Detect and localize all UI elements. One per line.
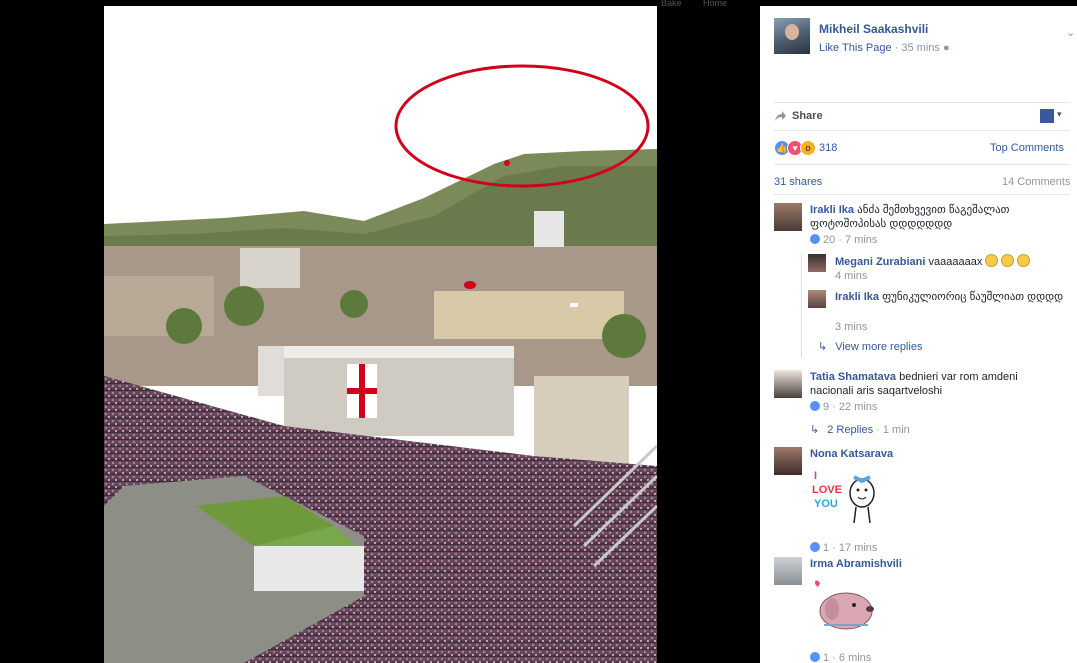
commenter-name[interactable]: Tatia Shamatava <box>810 371 896 383</box>
comment-body: Irakli Ika ანძა შემთხვევით წაგეშალათ ფოტ… <box>810 203 1072 231</box>
chevron-down-icon[interactable]: ▾ <box>1057 109 1062 120</box>
share-as-avatar[interactable] <box>1040 109 1054 123</box>
page-avatar[interactable] <box>774 18 810 54</box>
divider <box>774 102 1070 103</box>
post-photo[interactable] <box>104 6 657 663</box>
comment-time[interactable]: 22 mins <box>839 401 878 413</box>
commenter-name[interactable]: Irakli Ika <box>835 291 879 303</box>
like-page-link[interactable]: Like This Page <box>819 42 892 54</box>
commenter-name[interactable]: Irma Abramishvili <box>810 558 902 570</box>
like-count[interactable]: 1 <box>823 542 829 554</box>
replies-link[interactable]: 2 Replies <box>827 424 873 436</box>
top-comments-dropdown[interactable]: Top Comments <box>990 142 1064 154</box>
like-reaction-icon <box>810 542 820 552</box>
background-strip: Bake Home <box>655 0 760 8</box>
comment-body: Irakli Ika ფუნიკულიორიც წაუშლიათ დდდდ <box>835 290 1065 304</box>
comment-body: Tatia Shamatava bednieri var rom amdeni … <box>810 370 1060 398</box>
like-count[interactable]: 9 <box>823 401 829 413</box>
avatar[interactable] <box>774 203 802 231</box>
photo-viewer: Bake Home <box>0 0 760 663</box>
comment-text: vaaaaaaax <box>928 256 983 268</box>
comment-time[interactable]: 17 mins <box>839 542 878 554</box>
avatar[interactable] <box>774 557 802 585</box>
like-reaction-icon <box>810 652 820 662</box>
divider <box>774 164 1070 165</box>
emoji-icon <box>1001 254 1015 267</box>
commenter-name[interactable]: Irakli Ika <box>810 204 854 216</box>
share-icon <box>775 111 786 121</box>
view-more-replies[interactable]: ↳ View more replies <box>818 340 922 353</box>
comment-time[interactable]: 3 mins <box>835 321 867 333</box>
like-reaction-icon <box>810 401 820 411</box>
comment-meta: 1 · 17 mins <box>810 542 877 554</box>
comment-body: Irma Abramishvili <box>810 557 902 571</box>
wow-reaction-icon[interactable]: o <box>800 140 816 156</box>
page-name-link[interactable]: Mikheil Saakashvili <box>819 22 928 36</box>
avatar[interactable] <box>808 254 826 272</box>
background-text: Home <box>703 0 728 8</box>
replies-row[interactable]: ↳ 2 Replies · 1 min <box>810 423 910 436</box>
chevron-down-icon[interactable]: ⌄ <box>1066 26 1075 39</box>
background-text: Bake <box>661 0 682 8</box>
comment-body: Nona Katsarava <box>810 447 893 461</box>
comment-meta: 9 · 22 mins <box>810 401 877 413</box>
like-reaction-icon <box>810 234 820 244</box>
privacy-icon: ● <box>942 42 950 54</box>
shares-link[interactable]: 31 shares <box>774 176 822 188</box>
like-count[interactable]: 1 <box>823 652 829 663</box>
reactions-row: 👍 ♥ o 318 Top Comments <box>774 140 1074 156</box>
view-more-replies-link[interactable]: View more replies <box>835 341 922 353</box>
divider <box>774 194 1070 195</box>
reply-arrow-icon: ↳ <box>818 341 828 353</box>
reply-thread-line <box>801 254 802 358</box>
sticker-image: I LOVE YOU <box>812 470 875 524</box>
svg-text:I: I <box>814 470 817 482</box>
emoji-icon <box>1017 254 1031 267</box>
post-meta: Like This Page · 35 mins ● <box>819 42 950 54</box>
divider <box>774 130 1070 131</box>
comment-text: ფუნიკულიორიც წაუშლიათ დდდდ <box>882 291 1064 303</box>
post-sidebar: Mikheil Saakashvili Like This Page · 35 … <box>760 6 1077 663</box>
like-count[interactable]: 20 <box>823 234 835 246</box>
comment-meta: 20 · 7 mins <box>810 234 877 246</box>
comments-count[interactable]: 14 Comments <box>1002 176 1070 188</box>
dog-sticker <box>810 573 882 639</box>
post-time[interactable]: 35 mins <box>901 42 940 54</box>
commenter-name[interactable]: Megani Zurabiani <box>835 256 925 268</box>
svg-text:YOU: YOU <box>814 498 838 510</box>
comment-body: Megani Zurabiani vaaaaaaax <box>835 254 1031 269</box>
aerial-rally-photo <box>104 6 657 663</box>
comment-meta: 1 · 6 mins <box>810 652 871 663</box>
reaction-count[interactable]: 318 <box>819 142 837 154</box>
comment-time[interactable]: 6 mins <box>839 652 871 663</box>
avatar[interactable] <box>808 290 826 308</box>
reply-arrow-icon: ↳ <box>810 424 820 436</box>
comment-time[interactable]: 4 mins <box>835 270 867 282</box>
svg-text:LOVE: LOVE <box>812 484 842 496</box>
share-button[interactable]: Share <box>792 110 823 122</box>
comment-time[interactable]: 7 mins <box>845 234 877 246</box>
love-sticker: I LOVE YOU <box>810 463 880 529</box>
replies-time: 1 min <box>882 424 910 436</box>
avatar[interactable] <box>774 370 802 398</box>
meta-separator: · <box>894 42 899 54</box>
share-row: Share ▾ <box>774 108 1070 126</box>
avatar[interactable] <box>774 447 802 475</box>
emoji-icon <box>985 254 999 267</box>
commenter-name[interactable]: Nona Katsarava <box>810 448 893 460</box>
post-header: Mikheil Saakashvili Like This Page · 35 … <box>774 18 1075 58</box>
sticker-image <box>814 580 874 630</box>
